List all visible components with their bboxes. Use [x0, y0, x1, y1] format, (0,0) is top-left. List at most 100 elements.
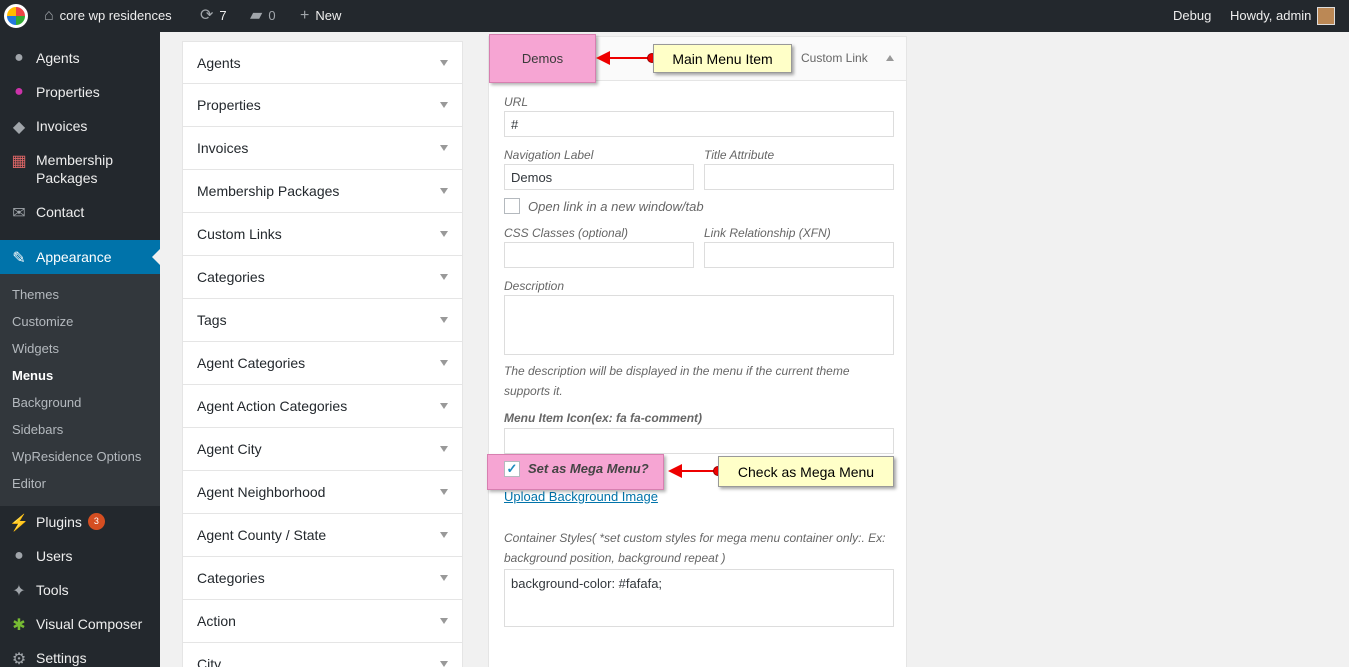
submenu-item-menus[interactable]: Menus: [12, 368, 53, 383]
sidebar-item-invoices[interactable]: ◆ Invoices: [0, 117, 160, 137]
brush-icon: ✎: [12, 250, 26, 267]
home-icon: ⌂: [44, 7, 54, 24]
main-menu-item-callout-text: Main Menu Item: [672, 50, 773, 67]
user-icon: ●: [14, 547, 24, 564]
chevron-down-icon: [440, 489, 448, 495]
open-new-window-checkbox[interactable]: [504, 198, 520, 214]
accordion-title: Membership Packages: [197, 183, 340, 199]
sidebar-item-properties[interactable]: ● Properties: [0, 83, 160, 101]
accordion-section-agent-categories[interactable]: Agent Categories: [182, 342, 463, 385]
comment-icon: ▰: [250, 7, 263, 24]
wrench-icon: ✦: [12, 583, 26, 600]
accordion-section-action[interactable]: Action: [182, 600, 463, 643]
site-name-link[interactable]: ⌂ core wp residences: [44, 0, 172, 32]
accordion-section-agent-action-categories[interactable]: Agent Action Categories: [182, 385, 463, 428]
submenu-item-background[interactable]: Background: [12, 395, 81, 410]
submenu-item-customize[interactable]: Customize: [12, 314, 73, 329]
accordion-section-custom-links[interactable]: Custom Links: [182, 213, 463, 256]
accordion-section-city[interactable]: City: [182, 643, 463, 667]
moneybag-icon: ◆: [12, 119, 26, 136]
sidebar-item-label: Visual Composer: [36, 616, 143, 632]
container-styles-textarea[interactable]: background-color: #fafafa;: [504, 569, 894, 627]
title-attribute-input[interactable]: [704, 164, 894, 190]
accordion-section-categories-2[interactable]: Categories: [182, 557, 463, 600]
accordion-title: Categories: [197, 269, 265, 285]
accordion-section-agent-city[interactable]: Agent City: [182, 428, 463, 471]
site-name: core wp residences: [59, 8, 172, 23]
accordion-section-invoices[interactable]: Invoices: [182, 127, 463, 170]
sidebar-item-label: Plugins: [36, 514, 82, 530]
appearance-submenu: [0, 274, 160, 506]
accordion-section-properties[interactable]: Properties: [182, 84, 463, 127]
sidebar-item-membership-packages[interactable]: ▦ Membership Packages: [0, 151, 160, 187]
sidebar-item-users[interactable]: ● Users: [0, 547, 160, 565]
chevron-down-icon: [440, 59, 448, 66]
sidebar-item-label: Properties: [36, 84, 100, 100]
accordion-section-agent-neighborhood[interactable]: Agent Neighborhood: [182, 471, 463, 514]
chevron-down-icon: [440, 618, 448, 624]
url-label: URL: [504, 95, 529, 109]
chevron-down-icon: [440, 145, 448, 151]
submenu-item-wpresidence-options[interactable]: WpResidence Options: [12, 449, 141, 464]
xfn-input[interactable]: [704, 242, 894, 268]
debug-label: Debug: [1173, 8, 1212, 23]
sidebar-item-visual-composer[interactable]: ✱ Visual Composer: [0, 615, 160, 635]
chevron-down-icon: [440, 532, 448, 538]
accordion-title: Agent Neighborhood: [197, 484, 326, 500]
sidebar-item-contact[interactable]: ✉ Contact: [0, 203, 160, 223]
upload-background-image-link[interactable]: Upload Background Image: [504, 489, 658, 504]
sidebar-item-label: Appearance: [36, 249, 112, 265]
comments-link[interactable]: ▰ 0: [250, 0, 276, 32]
submenu-item-sidebars[interactable]: Sidebars: [12, 422, 63, 437]
accordion-title: City: [197, 656, 222, 667]
accordion-section-agent-county-state[interactable]: Agent County / State: [182, 514, 463, 557]
css-classes-input[interactable]: [504, 242, 694, 268]
admin-sidebar: ● Agents ● Properties ◆ Invoices ▦ Membe…: [0, 32, 160, 667]
pin-icon: ●: [14, 83, 24, 100]
collapse-arrow-icon[interactable]: [886, 55, 894, 61]
new-content-link[interactable]: + New: [300, 0, 341, 32]
menu-item-title[interactable]: Demos: [489, 34, 596, 83]
updates-link[interactable]: ⟳ 7: [200, 0, 227, 32]
plug-icon: ⚡: [9, 515, 29, 532]
plus-icon: +: [300, 7, 310, 24]
sidebar-item-appearance[interactable]: ✎ Appearance: [0, 248, 160, 268]
sidebar-item-plugins[interactable]: ⚡ Plugins 3: [0, 513, 160, 533]
menu-item-icon-input[interactable]: [504, 428, 894, 454]
updates-count: 7: [219, 8, 227, 23]
url-input[interactable]: [504, 111, 894, 137]
sidebar-item-settings[interactable]: ⚙ Settings: [0, 649, 160, 667]
description-textarea[interactable]: [504, 295, 894, 355]
my-account-link[interactable]: Howdy, admin: [1230, 0, 1336, 32]
mega-menu-checkbox[interactable]: ✓: [504, 461, 520, 477]
composer-icon: ✱: [12, 617, 26, 634]
accordion-section-agents[interactable]: Agents: [182, 41, 463, 84]
accordion-section-membership-packages[interactable]: Membership Packages: [182, 170, 463, 213]
accordion-title: Custom Links: [197, 226, 282, 242]
submenu-item-themes[interactable]: Themes: [12, 287, 59, 302]
navigation-label-input[interactable]: [504, 164, 694, 190]
chevron-down-icon: [440, 446, 448, 452]
sidebar-item-tools[interactable]: ✦ Tools: [0, 581, 160, 601]
accordion-section-tags[interactable]: Tags: [182, 299, 463, 342]
menu-item-icon-label: Menu Item Icon(ex: fa fa-comment): [504, 411, 703, 425]
sidebar-item-label: Settings: [36, 650, 87, 666]
accordion-title: Tags: [197, 312, 227, 328]
updates-icon: ⟳: [200, 7, 214, 24]
debug-link[interactable]: Debug: [1173, 0, 1211, 32]
accordion-section-categories[interactable]: Categories: [182, 256, 463, 299]
sidebar-item-label: Agents: [36, 50, 80, 66]
wp-logo-button[interactable]: [4, 0, 28, 32]
submenu-item-widgets[interactable]: Widgets: [12, 341, 59, 356]
sidebar-item-label-line2: Packages: [36, 170, 98, 186]
check-mega-menu-callout: Check as Mega Menu: [718, 456, 894, 487]
sidebar-item-agents[interactable]: ● Agents: [0, 49, 160, 67]
chevron-down-icon: [440, 231, 448, 237]
chevron-down-icon: [440, 274, 448, 280]
wordpress-logo-icon: [4, 4, 28, 28]
accordion-title: Agents: [197, 54, 241, 71]
accordion-title: Agent Categories: [197, 355, 306, 371]
comments-count: 0: [268, 8, 276, 23]
accordion-title: Invoices: [197, 140, 249, 156]
submenu-item-editor[interactable]: Editor: [12, 476, 46, 491]
